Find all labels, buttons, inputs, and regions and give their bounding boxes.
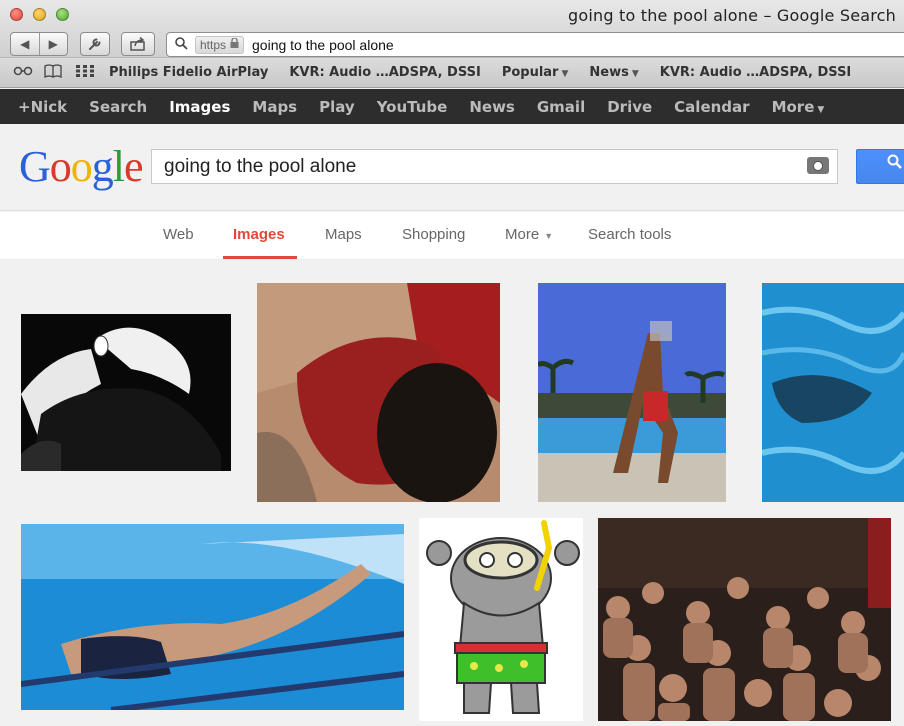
image-results	[0, 261, 904, 726]
share-icon	[130, 36, 145, 51]
image-result[interactable]	[762, 283, 904, 502]
camera-icon[interactable]	[807, 157, 829, 174]
result-thumbnail	[762, 283, 904, 502]
reading-list-icon[interactable]	[10, 65, 36, 80]
window-titlebar: going to the pool alone – Google Search …	[0, 0, 904, 58]
back-button[interactable]: ◀	[11, 37, 39, 51]
gbar-calendar[interactable]: Calendar	[674, 98, 749, 116]
gbar-more[interactable]: More ▼	[772, 98, 825, 116]
gbar-maps[interactable]: Maps	[252, 98, 297, 116]
search-tabs: Web Images Maps Shopping More ▼ Search to…	[0, 212, 904, 260]
gbar-gmail[interactable]: Gmail	[537, 98, 585, 116]
result-thumbnail	[598, 518, 891, 721]
gbar-search[interactable]: Search	[89, 98, 147, 116]
tab-images[interactable]: Images	[233, 226, 285, 243]
bookmark-folder-popular[interactable]: Popular ▼	[502, 65, 569, 80]
share-button[interactable]	[121, 32, 155, 56]
logo-letter: l	[112, 142, 125, 191]
logo-letter: g	[91, 142, 114, 191]
address-bar[interactable]: https going to the pool alone	[166, 32, 904, 57]
bookmarks-bar: Philips Fidelio AirPlay KVR: Audio …ADSP…	[0, 58, 904, 88]
top-sites-grid-icon[interactable]	[72, 64, 98, 81]
forward-button[interactable]: ▶	[40, 37, 68, 51]
image-result[interactable]	[598, 518, 891, 721]
minimize-window-button[interactable]	[33, 8, 46, 21]
gbar-profile[interactable]: +Nick	[18, 98, 67, 116]
image-result[interactable]	[21, 314, 231, 471]
search-icon	[887, 154, 902, 169]
tab-more[interactable]: More ▼	[505, 226, 553, 243]
tab-maps[interactable]: Maps	[325, 226, 362, 243]
lock-icon	[230, 37, 239, 51]
image-result[interactable]	[21, 524, 404, 710]
result-thumbnail	[21, 314, 231, 471]
tab-search-tools[interactable]: Search tools	[588, 226, 671, 243]
search-icon	[175, 36, 188, 53]
https-badge: https	[195, 35, 245, 54]
result-thumbnail	[538, 283, 726, 502]
search-button[interactable]	[856, 149, 904, 184]
image-result[interactable]	[419, 518, 583, 721]
chevron-down-icon: ▼	[544, 231, 554, 241]
search-query: going to the pool alone	[164, 155, 357, 177]
active-tab-indicator	[223, 256, 297, 259]
gbar-youtube[interactable]: YouTube	[377, 98, 448, 116]
bookmark-item[interactable]: Philips Fidelio AirPlay	[109, 65, 268, 80]
google-bar: +Nick Search Images Maps Play YouTube Ne…	[0, 89, 904, 124]
image-result[interactable]	[538, 283, 726, 502]
logo-letter: e	[124, 142, 144, 191]
tab-web[interactable]: Web	[163, 226, 194, 243]
chevron-down-icon: ▼	[817, 104, 825, 115]
gbar-drive[interactable]: Drive	[607, 98, 652, 116]
back-forward-buttons: ◀ ▶	[10, 32, 68, 56]
url-text: going to the pool alone	[252, 36, 394, 53]
result-thumbnail	[257, 283, 500, 502]
logo-letter: G	[19, 142, 51, 191]
bookmark-item[interactable]: KVR: Audio …ADSPA, DSSI	[289, 65, 481, 80]
gbar-play[interactable]: Play	[319, 98, 355, 116]
url-scheme: https	[200, 37, 227, 52]
gbar-images[interactable]: Images	[169, 98, 230, 116]
logo-letter: o	[49, 142, 72, 191]
wrench-button[interactable]	[80, 32, 110, 56]
bookmark-folder-news[interactable]: News ▼	[589, 65, 638, 80]
chevron-down-icon: ▼	[561, 69, 569, 79]
search-input[interactable]: going to the pool alone	[151, 149, 838, 184]
logo-letter: o	[70, 142, 93, 191]
zoom-window-button[interactable]	[56, 8, 69, 21]
gbar-news[interactable]: News	[469, 98, 515, 116]
tab-shopping[interactable]: Shopping	[402, 226, 465, 243]
bookmarks-book-icon[interactable]	[40, 63, 66, 82]
result-thumbnail	[21, 524, 404, 710]
close-window-button[interactable]	[10, 8, 23, 21]
chevron-down-icon: ▼	[631, 69, 639, 79]
bookmark-item[interactable]: KVR: Audio …ADSPA, DSSI	[660, 65, 852, 80]
wrench-icon	[89, 38, 101, 50]
google-logo[interactable]: Google	[19, 141, 144, 192]
search-header: Google going to the pool alone	[0, 124, 904, 211]
result-thumbnail	[419, 518, 583, 721]
window-title: going to the pool alone – Google Search	[568, 6, 897, 25]
image-result[interactable]	[257, 283, 500, 502]
